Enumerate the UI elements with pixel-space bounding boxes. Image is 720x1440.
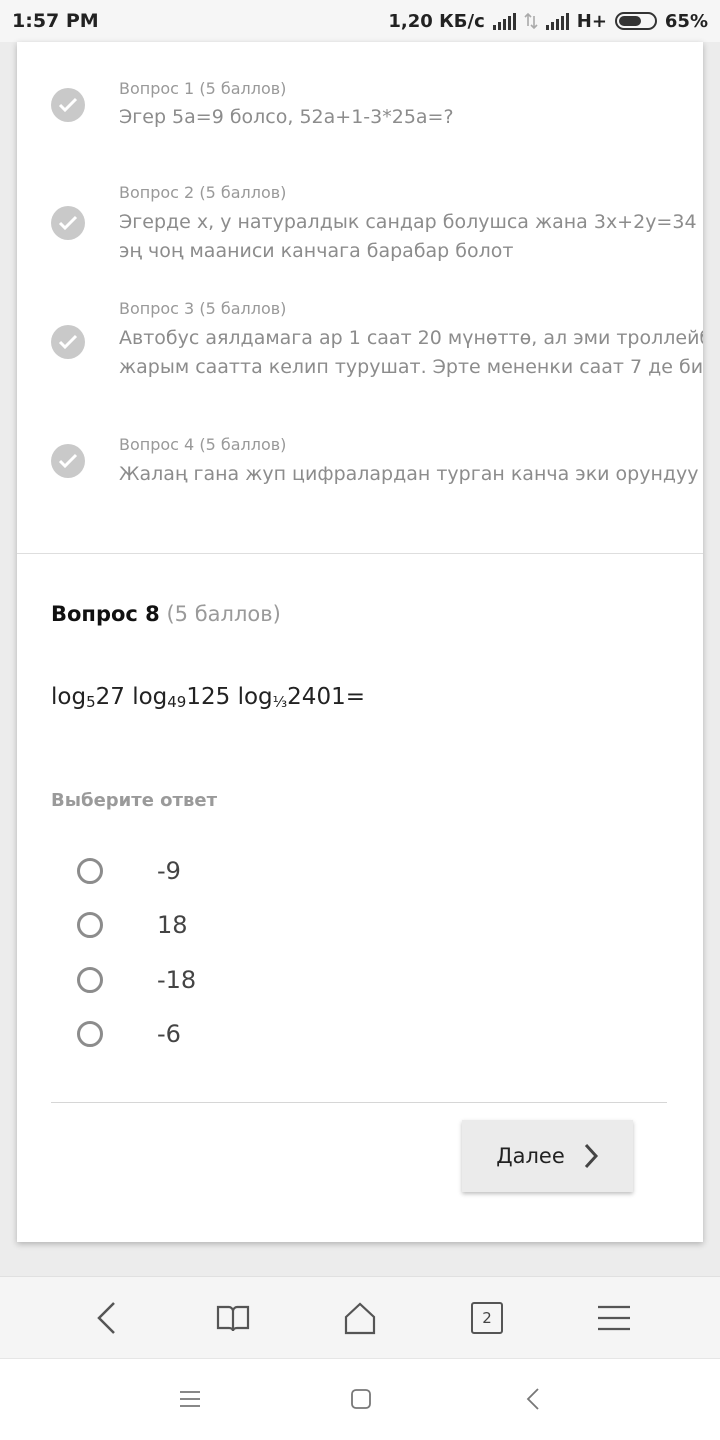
status-bar: 1:57 PM 1,20 КБ/с H+ 65% bbox=[0, 0, 720, 42]
formula-log: log bbox=[132, 684, 168, 710]
next-button-label: Далее bbox=[496, 1144, 565, 1168]
formula-log: log bbox=[51, 684, 87, 710]
question-text-line: жарым саатта келип турушат. Эрте мененки… bbox=[119, 356, 703, 378]
radio-button[interactable] bbox=[77, 858, 103, 884]
check-icon bbox=[51, 325, 85, 359]
option-label: -6 bbox=[157, 1020, 181, 1048]
question-text: Жалаң гана жуп цифралардан турган канча … bbox=[119, 460, 703, 489]
question-text: Эгер 5a=9 болсо, 52a+1-3*25a=? bbox=[119, 103, 703, 132]
browser-toolbar: 2 bbox=[0, 1276, 720, 1358]
answer-prompt: Выберите ответ bbox=[51, 790, 218, 811]
signal-icon bbox=[492, 12, 516, 30]
question-number: Вопрос 8 bbox=[51, 602, 160, 626]
hamburger-menu-icon bbox=[598, 1305, 630, 1331]
question-text-line: Жалаң гана жуп цифралардан турган канча … bbox=[119, 463, 703, 485]
data-transfer-icon bbox=[524, 12, 538, 30]
signal-icon-2 bbox=[545, 12, 569, 30]
answer-option-4[interactable]: -6 bbox=[77, 1014, 181, 1054]
question-meta: Вопрос 4 (5 баллов) bbox=[119, 435, 287, 454]
chevron-right-icon bbox=[584, 1143, 598, 1169]
battery-percent: 65% bbox=[664, 10, 708, 32]
network-type: H+ bbox=[576, 10, 607, 32]
formula-arg: 125 bbox=[186, 684, 231, 710]
square-icon bbox=[351, 1389, 371, 1409]
radio-button[interactable] bbox=[77, 1021, 103, 1047]
option-label: 18 bbox=[157, 911, 188, 939]
radio-button[interactable] bbox=[77, 912, 103, 938]
question-formula: log527 log49125 log⅟₃2401= bbox=[51, 684, 365, 711]
network-speed: 1,20 КБ/с bbox=[388, 10, 485, 32]
recent-apps-button[interactable] bbox=[170, 1379, 210, 1419]
question-points: (5 баллов) bbox=[166, 602, 281, 626]
answer-option-3[interactable]: -18 bbox=[77, 960, 196, 1000]
footer-divider bbox=[51, 1102, 667, 1103]
question-text-line: Эгерде x, y натуралдык сандар болушса жа… bbox=[119, 211, 703, 233]
question-meta: Вопрос 3 (5 баллов) bbox=[119, 299, 287, 318]
formula-log: log bbox=[237, 684, 273, 710]
check-icon bbox=[51, 88, 85, 122]
option-label: -18 bbox=[157, 966, 197, 994]
option-label: -9 bbox=[157, 857, 181, 885]
home-button[interactable] bbox=[337, 1295, 383, 1341]
formula-base: 5 bbox=[86, 693, 96, 711]
question-text: Автобус аялдамага ар 1 саат 20 мүнөттө, … bbox=[119, 324, 703, 382]
question-meta: Вопрос 1 (5 баллов) bbox=[119, 79, 287, 98]
status-time: 1:57 PM bbox=[12, 10, 99, 32]
current-question-title: Вопрос 8 (5 баллов) bbox=[51, 602, 281, 626]
book-icon bbox=[216, 1305, 250, 1332]
system-back-button[interactable] bbox=[513, 1379, 553, 1419]
section-divider bbox=[17, 553, 703, 554]
next-button[interactable]: Далее bbox=[462, 1120, 633, 1192]
question-text-line: эң чоң мааниси канчага барабар болот bbox=[119, 240, 514, 262]
recents-icon bbox=[180, 1391, 200, 1407]
formula-base: 49 bbox=[167, 693, 187, 711]
question-text: Эгерде x, y натуралдык сандар болушса жа… bbox=[119, 208, 703, 266]
question-text-line: Автобус аялдамага ар 1 саат 20 мүнөттө, … bbox=[119, 327, 703, 349]
menu-button[interactable] bbox=[591, 1295, 637, 1341]
tabs-button[interactable]: 2 bbox=[464, 1295, 510, 1341]
question-meta: Вопрос 2 (5 баллов) bbox=[119, 183, 287, 202]
check-icon bbox=[51, 206, 85, 240]
battery-icon bbox=[614, 12, 657, 30]
back-button[interactable] bbox=[83, 1295, 129, 1341]
question-text-line: Эгер 5a=9 болсо, 52a+1-3*25a=? bbox=[119, 106, 454, 128]
formula-base: ⅟₃ bbox=[272, 693, 288, 711]
home-icon bbox=[344, 1302, 376, 1335]
tab-count: 2 bbox=[471, 1302, 503, 1334]
status-icons: 1,20 КБ/с H+ 65% bbox=[388, 11, 708, 32]
formula-arg: 27 bbox=[95, 684, 125, 710]
system-home-button[interactable] bbox=[341, 1379, 381, 1419]
answer-option-2[interactable]: 18 bbox=[77, 905, 188, 945]
system-navigation-bar bbox=[0, 1358, 720, 1440]
check-icon bbox=[51, 444, 85, 478]
answer-option-1[interactable]: -9 bbox=[77, 851, 181, 891]
radio-button[interactable] bbox=[77, 967, 103, 993]
bookmarks-button[interactable] bbox=[210, 1295, 256, 1341]
back-triangle-icon bbox=[526, 1388, 539, 1410]
back-arrow-icon bbox=[97, 1302, 115, 1334]
quiz-card: Вопрос 1 (5 баллов) Эгер 5a=9 болсо, 52a… bbox=[17, 42, 703, 1242]
formula-arg: 2401= bbox=[287, 684, 365, 710]
